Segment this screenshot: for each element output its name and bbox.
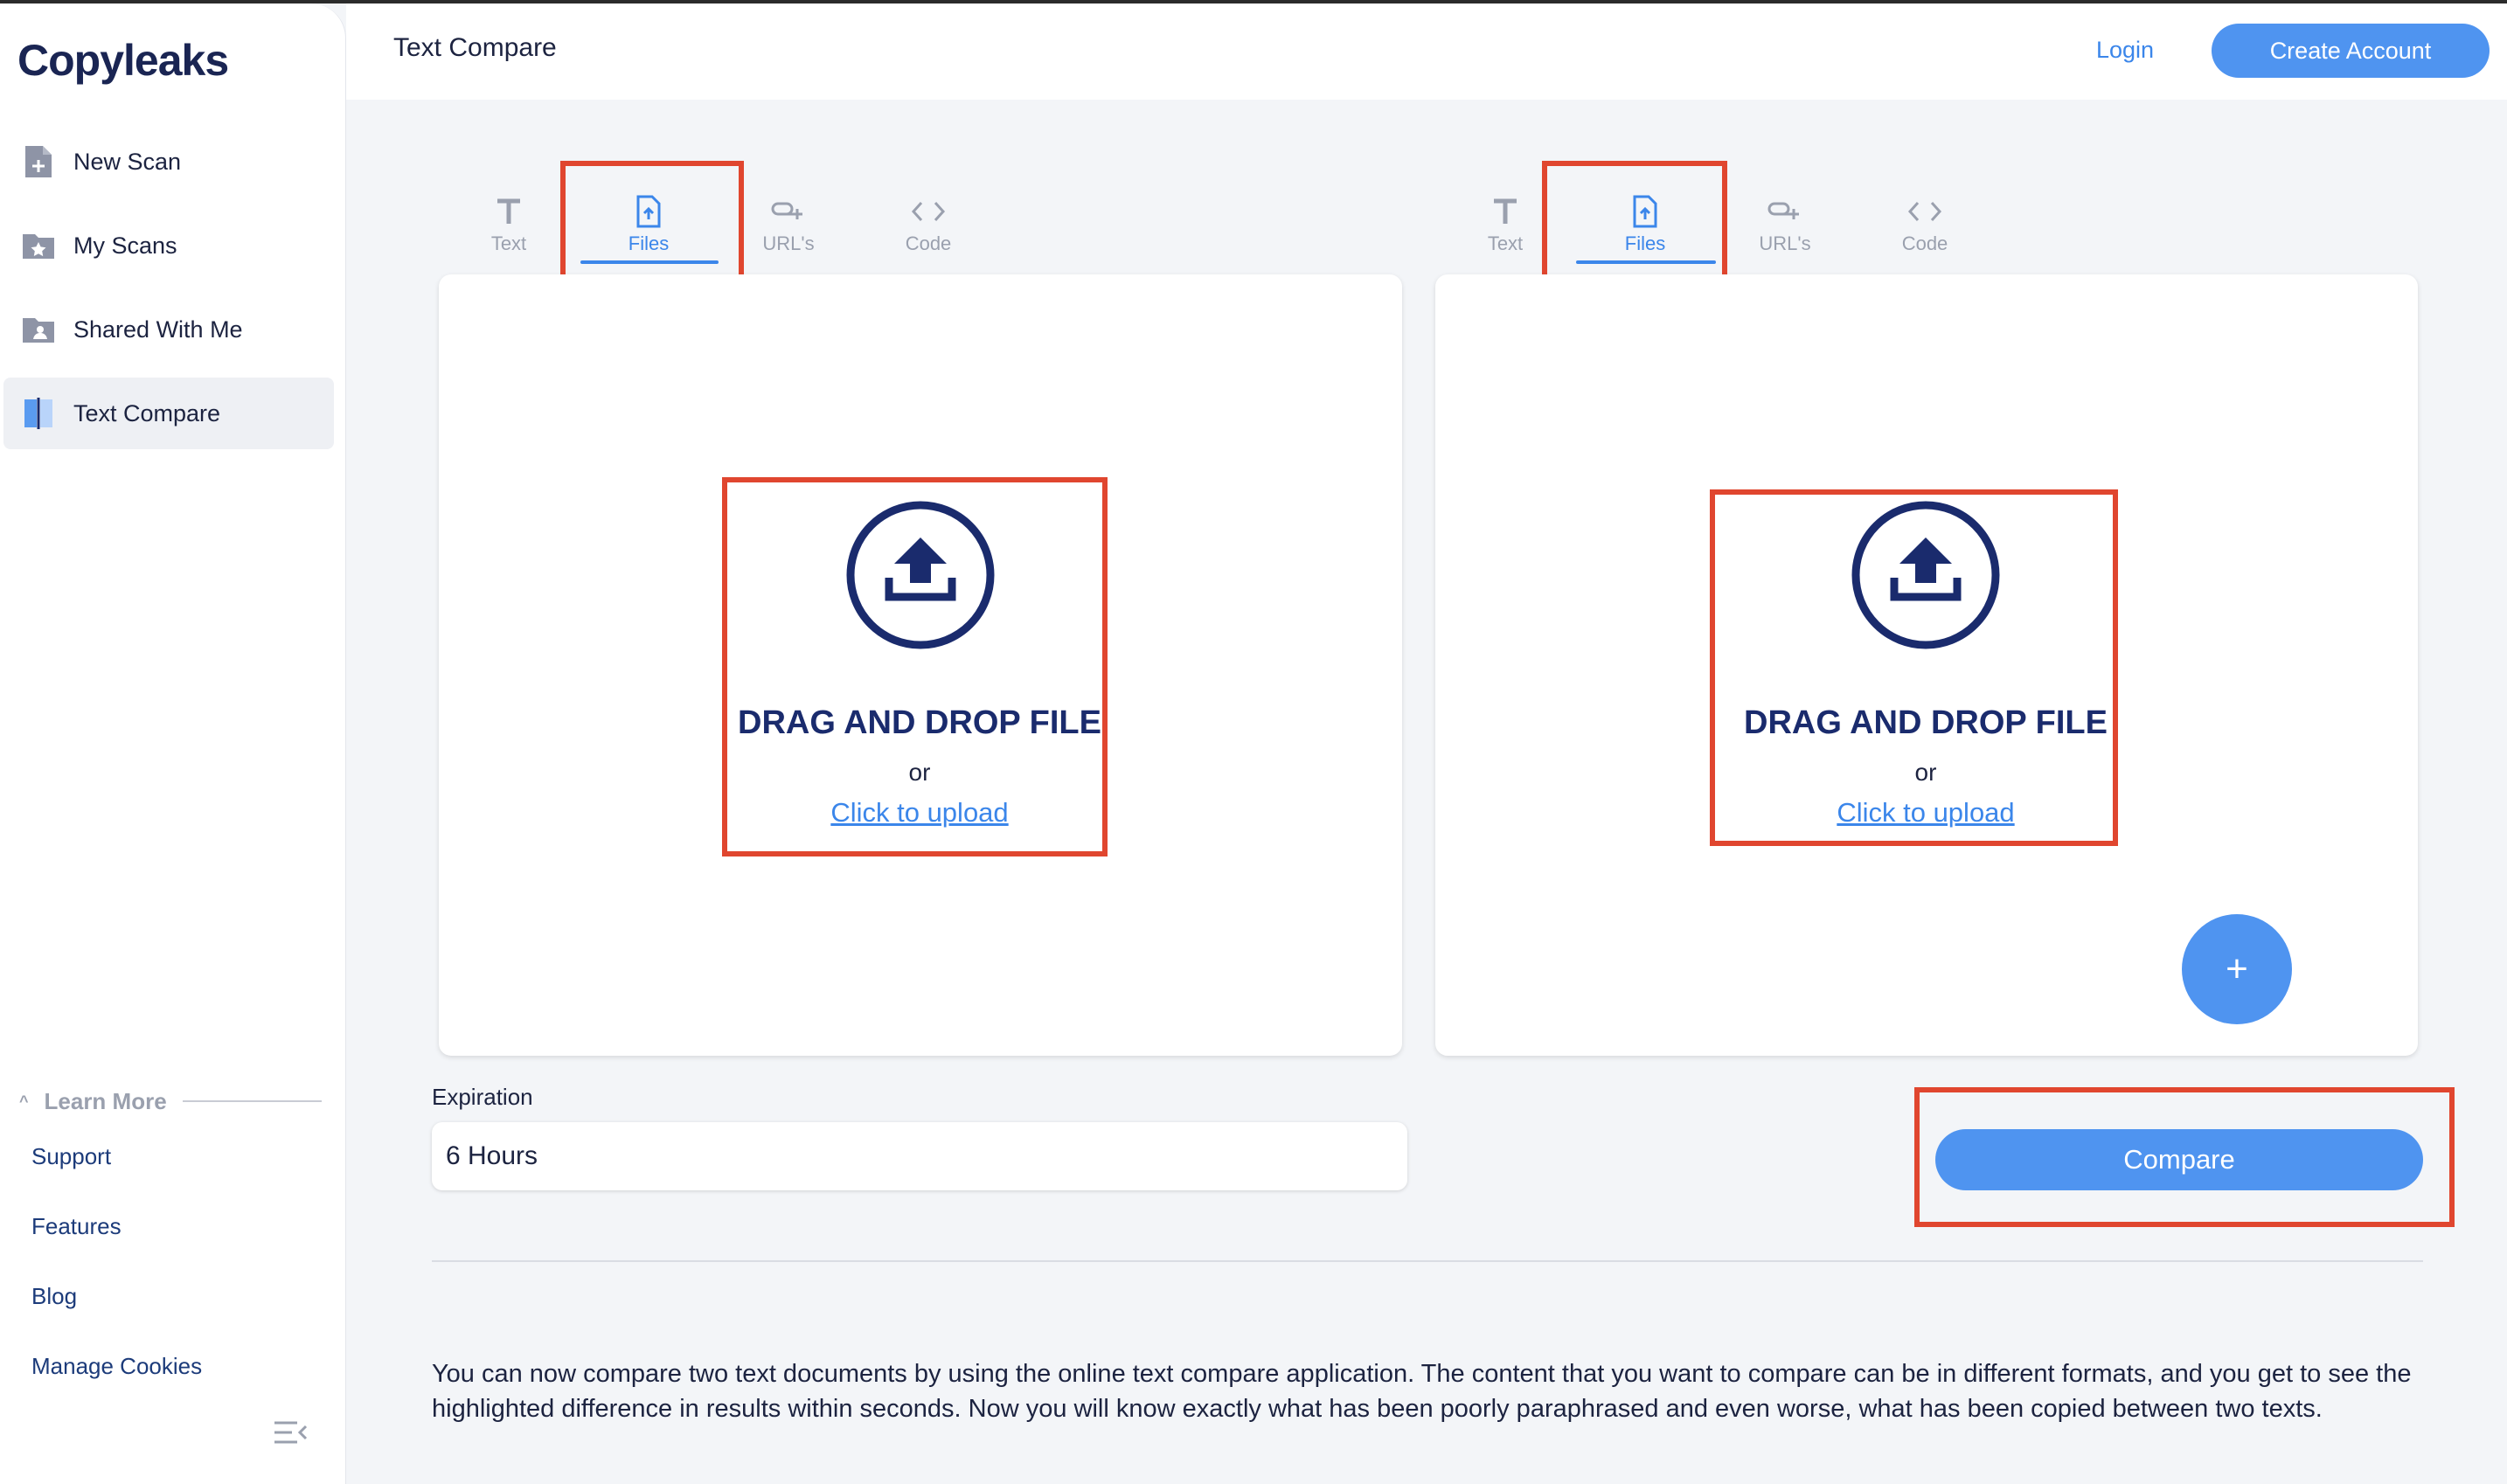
sidebar-item-label: My Scans <box>73 232 177 260</box>
section-divider <box>432 1260 2423 1262</box>
support-link[interactable]: Support <box>31 1143 111 1170</box>
highlight-box-upload-right <box>1710 489 2118 846</box>
description-text: You can now compare two text documents b… <box>432 1356 2442 1426</box>
sidebar-item-label: New Scan <box>73 149 181 176</box>
tab-urls-left[interactable]: URL's <box>727 194 850 273</box>
collapse-sidebar-icon[interactable] <box>273 1418 308 1447</box>
new-scan-icon <box>21 144 56 179</box>
sidebar-item-new-scan[interactable]: New Scan <box>3 126 334 198</box>
features-link[interactable]: Features <box>31 1213 122 1240</box>
expiration-select[interactable]: 6 Hours <box>432 1122 1407 1190</box>
logo[interactable]: Copyleaks <box>17 28 228 93</box>
add-document-button[interactable]: + <box>2182 914 2292 1024</box>
tab-urls-right[interactable]: URL's <box>1724 194 1846 273</box>
create-account-button[interactable]: Create Account <box>2212 24 2490 78</box>
chevron-up-icon: ^ <box>19 1092 29 1111</box>
manage-cookies-link[interactable]: Manage Cookies <box>31 1353 202 1380</box>
expiration-label: Expiration <box>432 1084 533 1111</box>
highlight-box-upload-left <box>722 477 1108 856</box>
divider <box>183 1100 322 1102</box>
learn-more-label: Learn More <box>45 1088 167 1115</box>
sidebar-item-shared-with-me[interactable]: Shared With Me <box>3 294 334 365</box>
blog-link[interactable]: Blog <box>31 1283 77 1310</box>
logo-text: Copyleaks <box>17 35 228 86</box>
sidebar-item-text-compare[interactable]: Text Compare <box>3 378 334 449</box>
tab-label: Code <box>1902 232 1948 255</box>
tab-label: Text <box>1488 232 1523 255</box>
text-icon <box>496 194 522 229</box>
top-header: Text Compare Login Create Account <box>346 3 2507 100</box>
tab-label: Text <box>491 232 526 255</box>
text-icon <box>1492 194 1518 229</box>
text-compare-icon <box>21 396 56 431</box>
tab-text-left[interactable]: Text <box>448 194 570 273</box>
page-title: Text Compare <box>393 33 557 63</box>
tab-label: URL's <box>762 232 814 255</box>
sidebar: Copyleaks New Scan My Scans Shared With … <box>0 3 346 1484</box>
login-link[interactable]: Login <box>2096 37 2154 64</box>
code-icon <box>1907 194 1942 229</box>
tab-code-left[interactable]: Code <box>867 194 990 273</box>
link-icon <box>1767 194 1802 229</box>
tab-label: URL's <box>1759 232 1810 255</box>
learn-more-section[interactable]: ^ Learn More <box>19 1085 322 1117</box>
shared-folder-icon <box>21 312 56 347</box>
sidebar-item-label: Text Compare <box>73 400 220 427</box>
tab-code-right[interactable]: Code <box>1864 194 1986 273</box>
expiration-value: 6 Hours <box>446 1141 538 1171</box>
sidebar-item-label: Shared With Me <box>73 316 243 343</box>
sidebar-item-my-scans[interactable]: My Scans <box>3 210 334 281</box>
folder-star-icon <box>21 228 56 263</box>
tab-label: Code <box>906 232 952 255</box>
link-icon <box>771 194 806 229</box>
highlight-box-compare <box>1914 1087 2455 1227</box>
code-icon <box>911 194 946 229</box>
